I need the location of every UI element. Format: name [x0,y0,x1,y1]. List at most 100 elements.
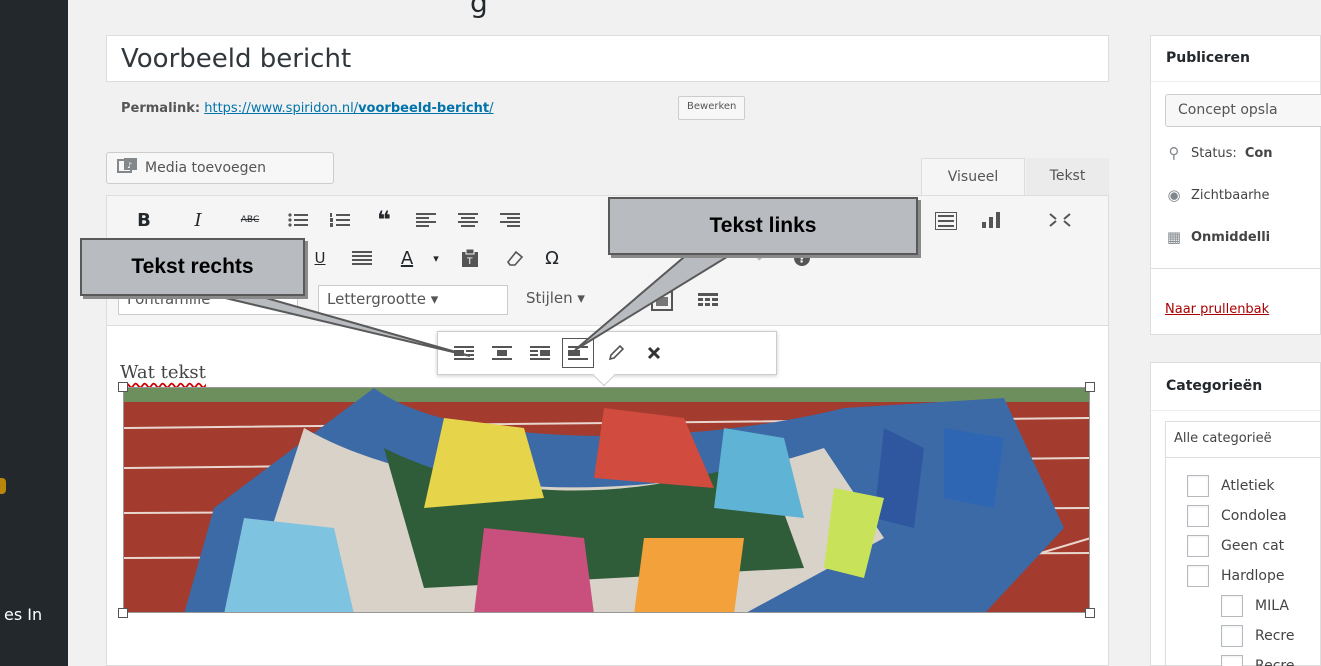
text-color-button[interactable]: A [395,244,419,272]
align-right-button[interactable] [498,206,522,234]
clear-formatting-button[interactable] [503,244,527,272]
table-button[interactable] [696,287,720,315]
media-icon: ♪ [117,157,139,179]
styles-label: Stijlen [526,289,573,307]
justify-button[interactable] [350,244,374,272]
category-checkbox[interactable] [1221,655,1243,666]
distraction-free-button[interactable] [1048,206,1072,234]
bar-chart-icon [982,212,1000,228]
chevron-down-icon: ▾ [577,289,585,307]
special-character-button[interactable]: Ω [540,244,564,272]
underline-button[interactable]: U [308,244,332,272]
category-item[interactable]: Geen cat [1187,535,1284,557]
schedule-label: Onmiddelli [1191,229,1271,245]
category-label: MILA [1255,598,1289,614]
category-item[interactable]: Hardlope [1187,565,1284,587]
category-item[interactable]: Atletiek [1187,475,1274,497]
chevron-down-icon: ▾ [430,290,439,308]
category-label: Geen cat [1221,538,1285,554]
category-checkbox[interactable] [1187,505,1209,527]
strikethrough-button[interactable]: ABC [238,206,262,234]
calendar-icon: ▦ [1166,228,1182,246]
category-checkbox[interactable] [1187,565,1209,587]
category-label: Atletiek [1221,478,1275,494]
fullscreen-icon [1049,213,1071,227]
group-photo [124,388,1089,612]
italic-button[interactable]: I [186,206,210,234]
align-right-icon [530,346,550,360]
paste-text-button[interactable]: T [458,244,482,272]
edit-permalink-button[interactable]: Bewerken [678,96,746,120]
save-draft-button[interactable]: Concept opsla [1165,94,1321,127]
add-media-button[interactable]: ♪ Media toevoegen [106,152,334,184]
category-item[interactable]: Condolea [1187,505,1287,527]
sidebar-menu-item-partial[interactable]: es In [4,605,42,624]
category-item[interactable]: MILA [1221,595,1289,617]
category-label: Condolea [1221,508,1287,524]
font-size-label: Lettergrootte [327,290,426,308]
image-button[interactable] [650,287,674,315]
resize-handle[interactable] [118,608,128,618]
table-icon [698,293,718,306]
resize-handle[interactable] [118,382,128,392]
quote-icon: ❝ [376,206,392,234]
toolbar-toggle-button[interactable] [934,207,958,235]
align-none-icon [568,346,588,360]
align-center-button[interactable] [456,206,480,234]
category-item[interactable]: Recre [1221,655,1294,666]
admin-sidebar: es In [0,0,68,666]
category-checkbox[interactable] [1221,625,1243,647]
status-row: ⚲ Status: Con [1165,144,1273,162]
permalink-label: Permalink: [121,101,201,116]
move-to-trash-link[interactable]: Naar prullenbak [1165,302,1269,317]
eye-icon: ◉ [1167,186,1181,204]
blockquote-button[interactable]: ❝ [372,206,396,234]
page-heading-partial: g [470,0,488,19]
clipboard-icon: T [462,249,478,267]
image-align-right-button[interactable] [524,338,556,368]
svg-text:T: T [466,257,473,267]
image-align-center-button[interactable] [486,338,518,368]
tab-all-categories[interactable]: Alle categorieë [1165,421,1321,457]
text-color-dropdown[interactable]: ▾ [424,244,448,272]
keyboard-icon [935,212,957,230]
schedule-row: ▦ Onmiddelli [1165,228,1270,246]
content-image[interactable] [123,387,1090,613]
category-label: Hardlope [1221,568,1285,584]
font-size-select[interactable]: Lettergrootte ▾ [318,285,508,315]
category-label: Recre [1255,658,1295,666]
category-checkbox[interactable] [1187,535,1209,557]
tab-visual[interactable]: Visueel [921,158,1025,196]
visibility-label: Zichtbaarhe [1191,187,1270,203]
align-center-icon [492,346,512,360]
category-checkbox[interactable] [1221,595,1243,617]
callout-tekst-rechts: Tekst rechts [80,238,305,296]
align-left-icon [416,213,436,227]
align-right-icon [500,213,520,227]
align-left-button[interactable] [414,206,438,234]
align-center-icon [458,213,478,227]
categories-panel: Categorieën Alle categorieë Atletiek Con… [1150,362,1321,666]
image-remove-button[interactable] [638,338,670,368]
permalink-slug: voorbeeld-bericht [358,101,490,116]
callout-tekst-links: Tekst links [608,197,918,255]
visibility-row: ◉ Zichtbaarhe [1165,186,1270,204]
svg-text:♪: ♪ [127,161,132,170]
numbered-list-button[interactable] [328,206,352,234]
resize-handle[interactable] [1085,382,1095,392]
menu-indicator [0,478,6,494]
content-text[interactable]: Wat tekst [120,362,206,383]
image-align-left-button[interactable] [448,338,480,368]
permalink-link[interactable]: https://www.spiridon.nl/voorbeeld-berich… [204,101,493,116]
category-item[interactable]: Recre [1221,625,1294,647]
styles-select[interactable]: Stijlen ▾ [518,285,618,315]
bold-button[interactable]: B [132,206,156,234]
post-title-input[interactable]: Voorbeeld bericht [106,35,1109,82]
category-checkbox[interactable] [1187,475,1209,497]
image-align-none-button[interactable] [562,338,594,368]
bullet-list-button[interactable] [286,206,310,234]
resize-handle[interactable] [1085,608,1095,618]
tab-text[interactable]: Tekst [1026,158,1109,196]
close-icon [647,346,661,360]
chart-button[interactable] [980,206,1004,234]
